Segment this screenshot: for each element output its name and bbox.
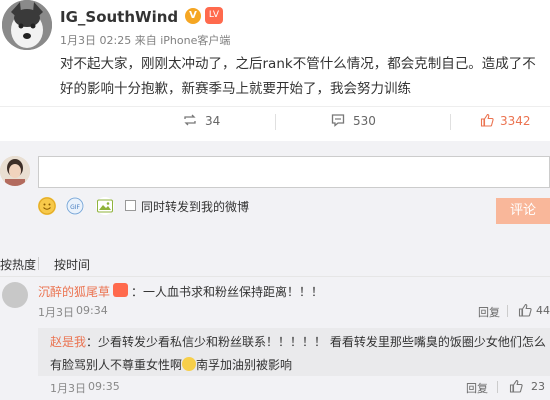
action-divider [507, 305, 508, 317]
post-content-line: 好的影响十分抱歉，新赛季马上就要开始了，我会努力训练 [60, 81, 411, 97]
comment-like-count[interactable]: 44 [536, 304, 550, 317]
level-badge-icon: LV [205, 7, 223, 24]
current-user-avatar[interactable] [0, 156, 30, 186]
comment-text: ：一人血书求和粉丝保持距离！！！ [131, 285, 324, 299]
post-time[interactable]: 02:25 [100, 34, 132, 47]
reply-author[interactable]: 赵是我 [50, 335, 86, 349]
tab-sort-time[interactable]: 按时间 [54, 256, 90, 273]
gif-icon[interactable]: GIF [66, 197, 84, 215]
emoji-icon[interactable] [38, 197, 56, 215]
reply-line: 有脸骂别人不尊重女性啊 南孚加油别被影响 [50, 356, 550, 373]
repost-checkbox[interactable] [125, 200, 136, 211]
action-divider [497, 381, 498, 393]
tab-separator [38, 257, 39, 270]
repost-icon[interactable] [183, 113, 197, 127]
like-icon[interactable] [518, 303, 532, 317]
reply-text: 有脸骂别人不尊重女性啊 [50, 358, 183, 372]
post-source[interactable]: iPhone客户端 [160, 34, 230, 47]
comment-time: 09:34 [76, 304, 108, 317]
post-content-line: 对不起大家，刚刚太冲动了，之后rank不管什么情况，都会克制自己。造成了不 [60, 56, 536, 72]
tab-sort-hot[interactable]: 按热度 [0, 256, 36, 273]
comment-avatar[interactable] [2, 282, 28, 308]
level-badge-icon [113, 283, 128, 297]
like-count[interactable]: 3342 [500, 114, 531, 128]
submit-comment-button[interactable]: 评论 [496, 198, 550, 224]
post-meta: 1月3日 02:25 来自 iPhone客户端 [60, 32, 230, 48]
verified-badge-icon: V [185, 8, 201, 24]
svg-text:GIF: GIF [70, 204, 80, 211]
reply-time: 09:35 [88, 380, 120, 393]
reply-text: 南孚加油别被影响 [196, 358, 293, 372]
action-divider [275, 114, 276, 130]
sort-divider [0, 276, 550, 277]
comment-author[interactable]: 沉醉的狐尾草 [38, 283, 110, 300]
reply-like-count[interactable]: 23 [531, 380, 545, 393]
sweat-emoji-icon [182, 357, 197, 371]
image-icon[interactable] [96, 197, 114, 215]
repost-count[interactable]: 34 [205, 114, 220, 128]
post-source-label: 来自 [134, 34, 157, 47]
reply-button[interactable]: 回复 [478, 304, 500, 320]
reply-date: 1月3日 [50, 382, 86, 395]
repost-checkbox-label[interactable]: 同时转发到我的微博 [141, 198, 249, 215]
author-name[interactable]: IG_SouthWind [60, 8, 178, 26]
like-icon[interactable] [480, 113, 494, 127]
comment-date: 1月3日 [38, 306, 74, 319]
post-date[interactable]: 1月3日 [60, 34, 96, 47]
comment-count[interactable]: 530 [353, 114, 376, 128]
reply-button[interactable]: 回复 [466, 380, 488, 396]
reply-line: 赵是我：少看转发少看私信少和粉丝联系！！！！！ 看看转发里那些嘴臭的饭圈少女他们… [50, 333, 550, 350]
author-avatar[interactable] [2, 0, 52, 50]
post-content: 对不起大家，刚刚太冲动了，之后rank不管什么情况，都会克制自己。造成了不 好的… [60, 52, 550, 102]
action-divider [450, 114, 451, 130]
comment-input[interactable] [38, 156, 550, 188]
like-icon[interactable] [509, 379, 523, 393]
comment-icon[interactable] [331, 113, 345, 127]
reply-text: ：少看转发少看私信少和粉丝联系！！！！！ 看看转发里那些嘴臭的饭圈少女他们怎么 [86, 335, 546, 349]
